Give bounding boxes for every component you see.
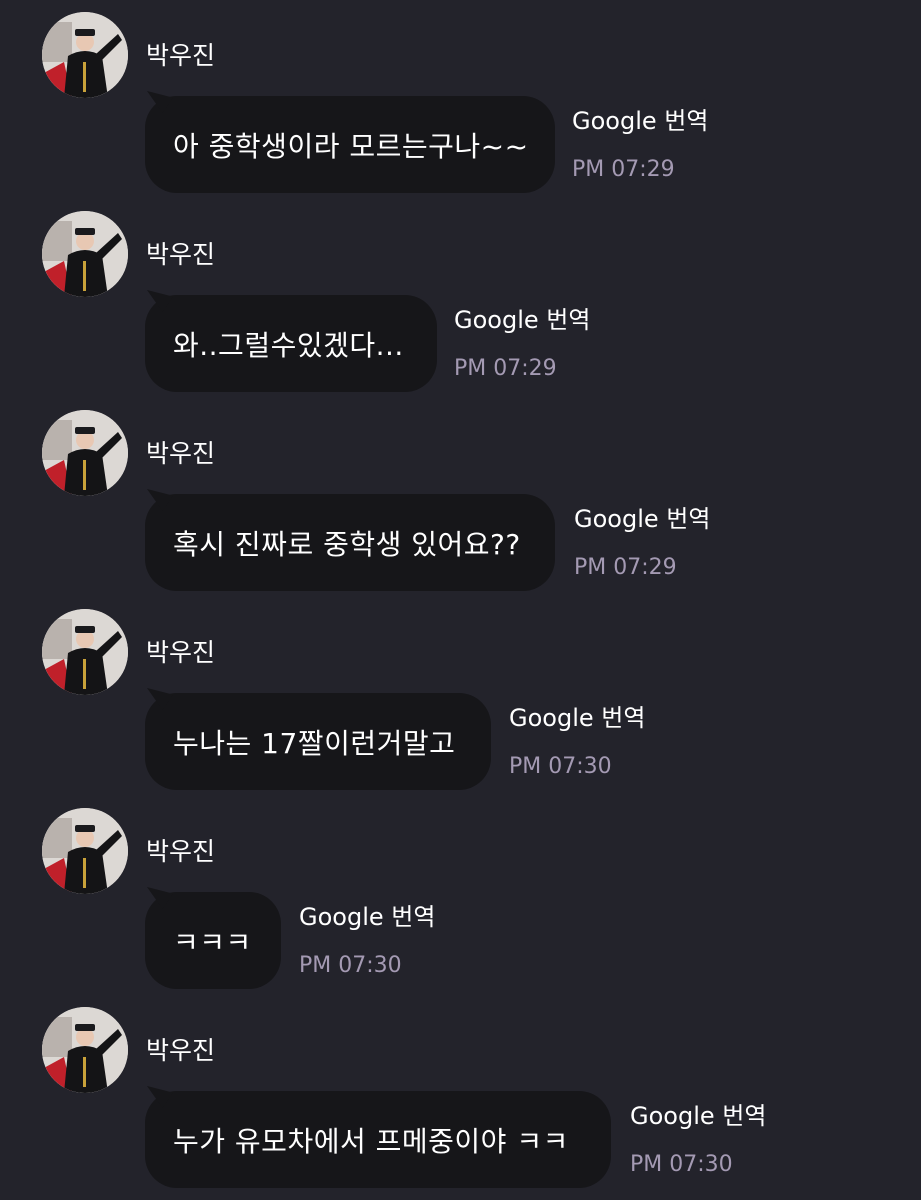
message-group: 박우진 누가 유모차에서 프메중이야 ㅋㅋ Google 번역 PM 07:30: [0, 995, 921, 1194]
message-text: 혹시 진짜로 중학생 있어요??: [173, 527, 521, 561]
message-group: 박우진 혹시 진짜로 중학생 있어요?? Google 번역 PM 07:29: [0, 398, 921, 597]
message-text: 와..그럴수있겠다...: [173, 328, 404, 362]
avatar[interactable]: [42, 12, 128, 98]
sender-name: 박우진: [146, 837, 216, 866]
message-bubble[interactable]: 혹시 진짜로 중학생 있어요??: [145, 494, 555, 591]
avatar-image: [42, 808, 128, 894]
google-translate-link[interactable]: Google 번역: [299, 900, 435, 934]
avatar-image: [42, 609, 128, 695]
avatar[interactable]: [42, 211, 128, 297]
message-group: 박우진 ㅋㅋㅋ Google 번역 PM 07:30: [0, 796, 921, 995]
avatar[interactable]: [42, 1007, 128, 1093]
google-translate-link[interactable]: Google 번역: [630, 1099, 766, 1133]
avatar[interactable]: [42, 808, 128, 894]
avatar[interactable]: [42, 410, 128, 496]
message-bubble[interactable]: ㅋㅋㅋ: [145, 892, 281, 989]
google-translate-link[interactable]: Google 번역: [454, 303, 590, 337]
timestamp: PM 07:30: [509, 754, 612, 779]
message-text: 아 중학생이라 모르는구나~~: [173, 129, 529, 163]
timestamp: PM 07:29: [574, 555, 677, 580]
message-meta: Google 번역 PM 07:29: [574, 502, 710, 582]
google-translate-link[interactable]: Google 번역: [509, 701, 645, 735]
sender-name: 박우진: [146, 1036, 216, 1065]
message-bubble[interactable]: 와..그럴수있겠다...: [145, 295, 437, 392]
message-group: 박우진 아 중학생이라 모르는구나~~ Google 번역 PM 07:29: [0, 0, 921, 199]
avatar-image: [42, 410, 128, 496]
message-bubble[interactable]: 누가 유모차에서 프메중이야 ㅋㅋ: [145, 1091, 611, 1188]
message-bubble[interactable]: 아 중학생이라 모르는구나~~: [145, 96, 555, 193]
timestamp: PM 07:30: [630, 1152, 733, 1177]
message-bubble[interactable]: 누나는 17짤이런거말고: [145, 693, 491, 790]
message-group: 박우진 와..그럴수있겠다... Google 번역 PM 07:29: [0, 199, 921, 398]
message-group: 박우진 누나는 17짤이런거말고 Google 번역 PM 07:30: [0, 597, 921, 796]
sender-name: 박우진: [146, 439, 216, 468]
timestamp: PM 07:30: [299, 953, 402, 978]
google-translate-link[interactable]: Google 번역: [572, 104, 708, 138]
avatar-image: [42, 211, 128, 297]
message-meta: Google 번역 PM 07:30: [509, 701, 645, 781]
message-text: 누나는 17짤이런거말고: [173, 726, 456, 760]
message-text: ㅋㅋㅋ: [173, 925, 252, 959]
message-meta: Google 번역 PM 07:29: [572, 104, 708, 184]
message-meta: Google 번역 PM 07:29: [454, 303, 590, 383]
sender-name: 박우진: [146, 240, 216, 269]
avatar-image: [42, 1007, 128, 1093]
message-text: 누가 유모차에서 프메중이야 ㅋㅋ: [173, 1124, 569, 1158]
message-meta: Google 번역 PM 07:30: [630, 1099, 766, 1179]
message-meta: Google 번역 PM 07:30: [299, 900, 435, 980]
google-translate-link[interactable]: Google 번역: [574, 502, 710, 536]
avatar-image: [42, 12, 128, 98]
timestamp: PM 07:29: [454, 356, 557, 381]
avatar[interactable]: [42, 609, 128, 695]
timestamp: PM 07:29: [572, 157, 675, 182]
chat-window: 박우진 아 중학생이라 모르는구나~~ Google 번역 PM 07:29 박…: [0, 0, 921, 1200]
sender-name: 박우진: [146, 638, 216, 667]
sender-name: 박우진: [146, 41, 216, 70]
